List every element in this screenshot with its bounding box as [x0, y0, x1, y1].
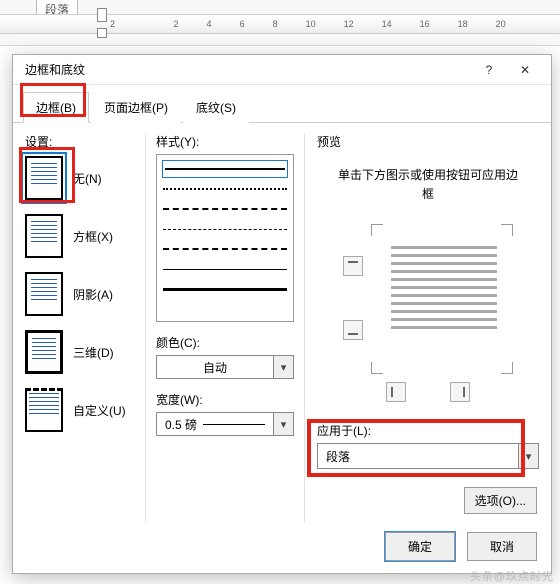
indent-marker-bottom[interactable] — [97, 28, 107, 38]
ruler-tick: 4 — [207, 19, 212, 29]
border-bottom-button[interactable] — [343, 320, 363, 340]
ok-button[interactable]: 确定 — [385, 532, 455, 561]
help-button[interactable]: ? — [471, 56, 507, 84]
dialog-button-bar: 确定 取消 — [385, 532, 537, 561]
line-style-option[interactable] — [163, 161, 287, 177]
border-top-button[interactable] — [343, 256, 363, 276]
setting-shadow[interactable]: 阴影(A) — [25, 272, 145, 316]
horizontal-ruler[interactable]: 2 2 4 6 8 10 12 14 16 18 20 — [0, 14, 560, 34]
preview-column: 预览 单击下方图示或使用按钮可应用边框 应用于(L): 段 — [305, 133, 539, 523]
apply-to-combo[interactable]: 段落 — [317, 443, 539, 469]
color-combo[interactable]: 自动 — [156, 355, 294, 379]
width-label: 宽度(W): — [156, 391, 294, 408]
settings-column: 设置: 无(N) 方框(X) — [25, 133, 145, 523]
preview-paragraph-icon — [391, 246, 497, 329]
line-style-option[interactable] — [163, 241, 287, 257]
cancel-button[interactable]: 取消 — [467, 532, 537, 561]
shadow-icon — [25, 272, 63, 316]
chevron-down-icon[interactable] — [273, 356, 293, 378]
line-style-list[interactable] — [156, 154, 294, 322]
color-label: 颜色(C): — [156, 334, 294, 351]
corner-marker — [371, 224, 383, 236]
corner-marker — [501, 224, 513, 236]
ruler-tick: 2 — [110, 19, 115, 29]
corner-marker — [501, 362, 513, 374]
setting-custom[interactable]: 自定义(U) — [25, 388, 145, 432]
setting-box-label: 方框(X) — [73, 228, 113, 245]
ruler-tick: 14 — [382, 19, 392, 29]
preview-hint: 单击下方图示或使用按钮可应用边框 — [317, 154, 539, 216]
ruler-tick: 2 — [174, 19, 179, 29]
borders-shading-dialog: 边框和底纹 ? ✕ 边框(B) 页面边框(P) 底纹(S) 设置: 无(N) — [12, 54, 552, 574]
setting-shadow-label: 阴影(A) — [73, 286, 113, 303]
line-style-option[interactable] — [163, 221, 287, 237]
custom-icon — [25, 388, 63, 432]
line-style-option[interactable] — [163, 201, 287, 217]
dialog-title: 边框和底纹 — [25, 61, 471, 78]
line-style-option[interactable] — [163, 181, 287, 197]
border-right-button[interactable] — [450, 382, 470, 402]
ruler-tick: 20 — [496, 19, 506, 29]
style-label: 样式(Y): — [156, 133, 294, 150]
ruler-tick: 16 — [420, 19, 430, 29]
setting-box[interactable]: 方框(X) — [25, 214, 145, 258]
ruler-area: 段落 2 2 4 6 8 10 12 14 16 18 20 — [0, 0, 560, 46]
chevron-down-icon[interactable] — [273, 413, 293, 435]
preview-diagram — [343, 224, 513, 374]
ruler-tick: 6 — [240, 19, 245, 29]
tab-strip: 边框(B) 页面边框(P) 底纹(S) — [13, 85, 551, 123]
chevron-down-icon[interactable] — [518, 444, 538, 468]
ruler-tick: 18 — [458, 19, 468, 29]
line-style-option[interactable] — [163, 261, 287, 277]
titlebar: 边框和底纹 ? ✕ — [13, 55, 551, 85]
settings-label: 设置: — [25, 133, 145, 150]
setting-3d[interactable]: 三维(D) — [25, 330, 145, 374]
tab-page-border[interactable]: 页面边框(P) — [91, 92, 181, 123]
width-value: 0.5 磅 — [157, 413, 273, 435]
setting-custom-label: 自定义(U) — [73, 402, 126, 419]
options-button[interactable]: 选项(O)... — [464, 487, 537, 514]
setting-none[interactable]: 无(N) — [25, 156, 145, 200]
corner-marker — [371, 362, 383, 374]
tab-border[interactable]: 边框(B) — [23, 92, 89, 123]
none-icon — [25, 156, 63, 200]
ruler-tick: 8 — [273, 19, 278, 29]
ruler-tick: 10 — [306, 19, 316, 29]
box-icon — [25, 214, 63, 258]
color-value: 自动 — [157, 356, 273, 378]
indent-marker-top[interactable] — [97, 8, 107, 22]
border-left-button[interactable] — [386, 382, 406, 402]
apply-to-label: 应用于(L): — [317, 422, 539, 439]
close-button[interactable]: ✕ — [507, 56, 543, 84]
ruler-tick — [143, 19, 146, 29]
tab-shading[interactable]: 底纹(S) — [183, 92, 249, 123]
ruler-tick: 12 — [344, 19, 354, 29]
style-column: 样式(Y): 颜色(C): 自动 宽度(W): 0.5 磅 — [145, 133, 305, 523]
setting-3d-label: 三维(D) — [73, 344, 114, 361]
apply-to-value: 段落 — [318, 444, 518, 468]
threeD-icon — [25, 330, 63, 374]
preview-label: 预览 — [317, 133, 539, 150]
width-combo[interactable]: 0.5 磅 — [156, 412, 294, 436]
line-style-option[interactable] — [163, 281, 287, 297]
setting-none-label: 无(N) — [73, 170, 102, 187]
